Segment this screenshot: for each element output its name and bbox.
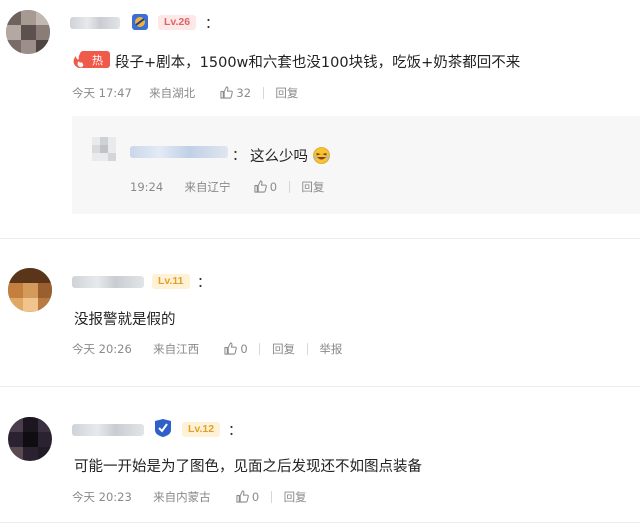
- reply-text: 这么少吗: [250, 145, 330, 168]
- like-count: 32: [236, 86, 252, 100]
- reply-button[interactable]: 回复: [272, 341, 295, 357]
- avatar[interactable]: [6, 10, 50, 54]
- reply-text-content: 这么少吗: [250, 149, 308, 165]
- comment-text: 段子+剧本，1500w和六套也没100块钱，吃饭+奶茶都回不来: [115, 55, 521, 71]
- like-count: 0: [240, 342, 248, 356]
- avatar[interactable]: [8, 268, 52, 312]
- like-button[interactable]: 0: [224, 342, 248, 356]
- comment-meta: 今天 20:23 来自内蒙古 0 回复: [72, 489, 307, 505]
- comment-text: 没报警就是假的: [74, 312, 176, 328]
- username[interactable]: [72, 424, 144, 436]
- hot-tag: 热: [72, 51, 110, 68]
- verified-badge-icon: [153, 418, 173, 438]
- divider: [306, 343, 308, 355]
- reply-reply-button[interactable]: 回复: [301, 179, 324, 195]
- like-button[interactable]: 32: [220, 86, 251, 100]
- comment-text: 可能一开始是为了图色，见面之后发现还不如图点装备: [74, 459, 422, 475]
- colon: ：: [228, 423, 242, 439]
- fire-icon: [73, 51, 110, 68]
- comment-time: 今天 20:23: [72, 490, 132, 504]
- comment-location: 来自江西: [153, 342, 200, 356]
- divider: [262, 87, 264, 99]
- hot-label: 热: [92, 54, 103, 67]
- thumbs-up-icon: [236, 490, 249, 503]
- level-badge: Lv.26: [158, 15, 197, 30]
- thumbs-up-icon: [224, 342, 238, 355]
- verified-badge-icon: [132, 14, 148, 30]
- colon: ：: [197, 275, 211, 291]
- reply-location: 来自辽宁: [184, 180, 231, 194]
- reply-avatar[interactable]: [92, 137, 116, 161]
- avatar[interactable]: [8, 417, 52, 461]
- reply-like-count: 0: [269, 180, 278, 194]
- like-button[interactable]: 0: [236, 490, 259, 504]
- comment-time: 今天 20:26: [72, 342, 132, 356]
- laughing-emoji-icon: [312, 147, 330, 168]
- level-badge: Lv.12: [182, 422, 221, 437]
- username[interactable]: [72, 276, 144, 288]
- level-badge: Lv.11: [152, 274, 190, 289]
- colon: ：: [205, 16, 219, 32]
- comment-divider: [0, 386, 640, 387]
- reply-like-button[interactable]: 0: [254, 180, 277, 194]
- divider: [259, 343, 261, 355]
- thumbs-up-icon: [220, 86, 234, 99]
- reply-time: 19:24: [130, 180, 164, 194]
- reply-username[interactable]: [130, 146, 228, 158]
- comment-meta: 今天 17:47 来自湖北 32 回复: [72, 85, 298, 101]
- report-button[interactable]: 举报: [319, 341, 342, 357]
- comment-divider: [0, 238, 640, 239]
- colon: ：: [232, 148, 246, 164]
- comment-meta: 今天 20:26 来自江西 0 回复 举报: [72, 341, 342, 357]
- like-count: 0: [251, 490, 260, 504]
- divider: [270, 491, 272, 503]
- comment-location: 来自湖北: [149, 86, 196, 100]
- thumbs-up-icon: [254, 180, 267, 193]
- comment-divider: [0, 522, 640, 523]
- comment-time: 今天 17:47: [72, 86, 132, 100]
- username[interactable]: [70, 17, 120, 29]
- divider: [288, 181, 290, 193]
- reply-thread: [72, 116, 640, 214]
- reply-meta: 19:24 来自辽宁 0 回复: [130, 179, 324, 195]
- reply-button[interactable]: 回复: [284, 489, 307, 505]
- reply-button[interactable]: 回复: [275, 85, 298, 101]
- comment-location: 来自内蒙古: [153, 490, 211, 504]
